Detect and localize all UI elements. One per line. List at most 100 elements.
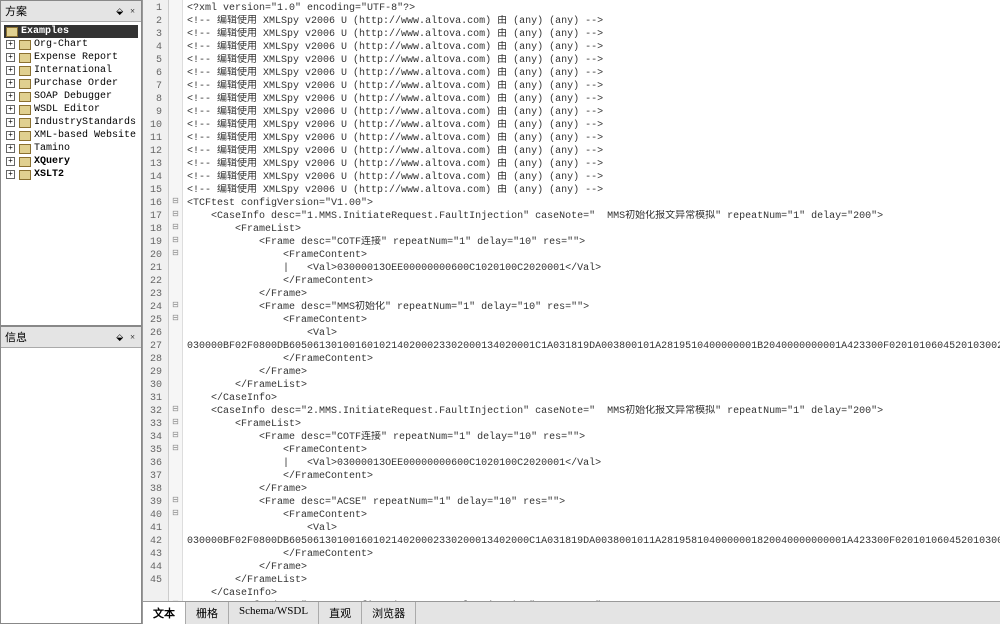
code-line[interactable]: <Frame desc="COTF连接" repeatNum="1" delay… xyxy=(187,431,1000,444)
code-line[interactable]: <CaseInfo desc="1.MMS.InitiateRequest.Fa… xyxy=(187,210,1000,223)
code-line[interactable]: </Frame> xyxy=(187,366,1000,379)
code-line[interactable]: <!-- 编辑使用 XMLSpy v2006 U (http://www.alt… xyxy=(187,171,1000,184)
code-line[interactable]: | <Val>03000013OEE00000000600C1020100C20… xyxy=(187,262,1000,275)
tree-label: XSLT2 xyxy=(34,169,64,180)
code-line[interactable]: <FrameContent> xyxy=(187,444,1000,457)
code-line[interactable]: <Frame desc="ACSE" repeatNum="1" delay="… xyxy=(187,496,1000,509)
code-line[interactable]: <!-- 编辑使用 XMLSpy v2006 U (http://www.alt… xyxy=(187,158,1000,171)
tab-0[interactable]: 文本 xyxy=(143,602,186,624)
tab-1[interactable]: 栅格 xyxy=(186,602,229,624)
tree-item[interactable]: + IndustryStandards xyxy=(4,116,138,129)
tree-item[interactable]: +SOAP Debugger xyxy=(4,90,138,103)
folder-icon xyxy=(19,157,31,167)
tree-item[interactable]: + Org-Chart xyxy=(4,38,138,51)
code-line[interactable]: <Frame desc="COTF连接" repeatNum="1" delay… xyxy=(187,236,1000,249)
view-tabs[interactable]: 文本栅格Schema/WSDL直观浏览器 xyxy=(143,601,1000,624)
code-line[interactable]: <!-- 编辑使用 XMLSpy v2006 U (http://www.alt… xyxy=(187,28,1000,41)
code-line[interactable]: </Frame> xyxy=(187,561,1000,574)
code-line[interactable]: <FrameContent> xyxy=(187,249,1000,262)
tree-root[interactable]: Examples xyxy=(4,25,138,38)
project-tree[interactable]: Examples +Org-Chart+Expense Report+Inter… xyxy=(1,22,141,325)
scheme-panel: 方案 ⬙ × Examples + Org-Chart+Expense Repor… xyxy=(0,0,142,326)
code-line[interactable]: </Frame> xyxy=(187,483,1000,496)
code-line[interactable]: <FrameContent> xyxy=(187,314,1000,327)
code-line[interactable]: <!-- 编辑使用 XMLSpy v2006 U (http://www.alt… xyxy=(187,106,1000,119)
tree-label: XML-based Website xyxy=(34,130,136,141)
code-line[interactable]: 030000BF02F0800DB60506130100160102140200… xyxy=(187,340,1000,353)
code-line[interactable]: </CaseInfo> xyxy=(187,392,1000,405)
code-line[interactable]: <!-- 编辑使用 XMLSpy v2006 U (http://www.alt… xyxy=(187,145,1000,158)
code-line[interactable]: </CaseInfo> xyxy=(187,587,1000,600)
expand-icon[interactable]: + xyxy=(6,170,15,179)
tab-3[interactable]: 直观 xyxy=(319,602,362,624)
code-line[interactable]: <!-- 编辑使用 XMLSpy v2006 U (http://www.alt… xyxy=(187,15,1000,28)
info-panel: 信息 ⬙ × xyxy=(0,326,142,624)
code-line[interactable]: <FrameList> xyxy=(187,223,1000,236)
info-title: 信息 xyxy=(5,329,27,345)
folder-icon xyxy=(19,40,31,50)
code-line[interactable]: | <Val>03000013OEE00000000600C1020100C20… xyxy=(187,457,1000,470)
code-line[interactable]: </FrameContent> xyxy=(187,548,1000,561)
code-line[interactable]: <TCFtest configVersion="V1.00"> xyxy=(187,197,1000,210)
code-line[interactable]: <Val> xyxy=(187,522,1000,535)
tree-item[interactable]: +Tamino xyxy=(4,142,138,155)
tab-2[interactable]: Schema/WSDL xyxy=(229,602,319,624)
code-editor[interactable]: 1234567891011121314151617181920212223242… xyxy=(143,0,1000,601)
code-line[interactable]: 030000BF02F0800DB60506130100160102140200… xyxy=(187,535,1000,548)
code-line[interactable]: </FrameContent> xyxy=(187,275,1000,288)
code-line[interactable]: </FrameContent> xyxy=(187,353,1000,366)
code-line[interactable]: <!-- 编辑使用 XMLSpy v2006 U (http://www.alt… xyxy=(187,93,1000,106)
code-line[interactable]: <!-- 编辑使用 XMLSpy v2006 U (http://www.alt… xyxy=(187,132,1000,145)
expand-icon[interactable]: + xyxy=(6,66,15,75)
scheme-title: 方案 xyxy=(5,3,27,19)
code-content[interactable]: <?xml version="1.0" encoding="UTF-8"?><!… xyxy=(183,0,1000,601)
line-gutter: 1234567891011121314151617181920212223242… xyxy=(143,0,169,601)
tree-label: XQuery xyxy=(34,156,70,167)
code-line[interactable]: <FrameList> xyxy=(187,418,1000,431)
fold-column[interactable]: ⊟⊟⊟⊟⊟⊟⊟⊟⊟⊟⊟⊟⊟⊟ xyxy=(169,0,183,601)
code-line[interactable]: <!-- 编辑使用 XMLSpy v2006 U (http://www.alt… xyxy=(187,54,1000,67)
pin-icon[interactable]: ⬙ xyxy=(114,332,125,342)
folder-icon xyxy=(19,79,31,89)
expand-icon[interactable]: + xyxy=(6,131,15,140)
code-line[interactable]: <!-- 编辑使用 XMLSpy v2006 U (http://www.alt… xyxy=(187,80,1000,93)
pin-icon[interactable]: ⬙ xyxy=(114,6,125,16)
code-line[interactable]: </FrameList> xyxy=(187,379,1000,392)
expand-icon[interactable]: + xyxy=(6,79,15,88)
code-line[interactable]: </Frame> xyxy=(187,288,1000,301)
expand-icon[interactable]: + xyxy=(6,118,15,127)
expand-icon[interactable]: + xyxy=(6,40,15,49)
expand-icon[interactable]: + xyxy=(6,92,15,101)
code-line[interactable]: <CaseInfo desc="2.MMS.InitiateRequest.Fa… xyxy=(187,405,1000,418)
code-line[interactable]: </FrameContent> xyxy=(187,470,1000,483)
expand-icon[interactable]: + xyxy=(6,157,15,166)
code-line[interactable]: <?xml version="1.0" encoding="UTF-8"?> xyxy=(187,2,1000,15)
tree-label: Org-Chart xyxy=(34,39,88,50)
code-line[interactable]: <!-- 编辑使用 XMLSpy v2006 U (http://www.alt… xyxy=(187,119,1000,132)
expand-icon[interactable]: + xyxy=(6,105,15,114)
code-line[interactable]: <!-- 编辑使用 XMLSpy v2006 U (http://www.alt… xyxy=(187,41,1000,54)
code-line[interactable]: <Frame desc="MMS初始化" repeatNum="1" delay… xyxy=(187,301,1000,314)
tree-label: IndustryStandards xyxy=(34,117,136,128)
close-icon[interactable]: × xyxy=(128,6,137,16)
code-line[interactable]: <!-- 编辑使用 XMLSpy v2006 U (http://www.alt… xyxy=(187,184,1000,197)
tree-item[interactable]: +WSDL Editor xyxy=(4,103,138,116)
tree-item[interactable]: + XQuery xyxy=(4,155,138,168)
tree-item[interactable]: + International xyxy=(4,64,138,77)
code-line[interactable]: <FrameContent> xyxy=(187,509,1000,522)
tree-item[interactable]: +Expense Report xyxy=(4,51,138,64)
tree-item[interactable]: + XML-based Website xyxy=(4,129,138,142)
close-icon[interactable]: × xyxy=(128,332,137,342)
tree-item[interactable]: + Purchase Order xyxy=(4,77,138,90)
tree-item[interactable]: + XSLT2 xyxy=(4,168,138,181)
code-line[interactable]: <!-- 编辑使用 XMLSpy v2006 U (http://www.alt… xyxy=(187,67,1000,80)
tab-4[interactable]: 浏览器 xyxy=(362,602,416,624)
code-line[interactable]: </FrameList> xyxy=(187,574,1000,587)
expand-icon[interactable]: + xyxy=(6,53,15,62)
code-line[interactable]: <Val> xyxy=(187,327,1000,340)
tree-label: International xyxy=(34,65,112,76)
folder-icon xyxy=(19,144,31,154)
tree-label: Purchase Order xyxy=(34,78,118,89)
expand-icon[interactable]: + xyxy=(6,144,15,153)
folder-icon xyxy=(19,53,31,63)
